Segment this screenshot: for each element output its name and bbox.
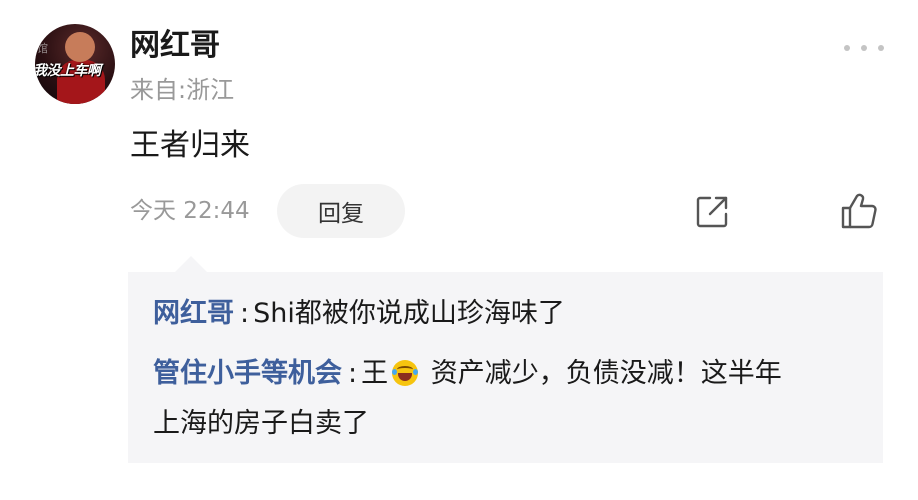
laughing-tears-emoji-icon: [392, 360, 419, 386]
reply-separator: :: [240, 298, 250, 329]
more-dot: [861, 45, 867, 51]
reply-separator: :: [348, 358, 358, 389]
thumbs-up-icon[interactable]: [840, 192, 878, 230]
username[interactable]: 网红哥: [130, 26, 220, 66]
reply-author[interactable]: 网红哥: [153, 298, 234, 329]
comment-text: 王者归来: [130, 128, 250, 163]
avatar-figure-head: [65, 32, 95, 62]
more-dot: [844, 45, 850, 51]
reply-item: 管住小手等机会: 王 资产减少，负债没减！这半年: [153, 352, 782, 396]
share-icon[interactable]: [694, 194, 730, 230]
avatar[interactable]: 馆 我没上车啊: [35, 24, 115, 104]
reply-text: 王: [361, 358, 389, 389]
reply-author[interactable]: 管住小手等机会: [153, 358, 342, 389]
reply-item-continuation: 上海的房子白卖了: [153, 402, 369, 446]
timestamp: 今天 22:44: [130, 198, 250, 224]
more-dot: [878, 45, 884, 51]
reply-item: 网红哥: Shi都被你说成山珍海味了: [153, 292, 565, 336]
more-options-button[interactable]: [844, 38, 884, 58]
replies-pointer: [175, 256, 207, 272]
reply-button-label: 回复: [318, 201, 364, 227]
avatar-caption: 我没上车啊: [35, 63, 101, 79]
reply-text: Shi都被你说成山珍海味了: [253, 298, 565, 329]
location-label: 来自:浙江: [130, 76, 235, 104]
reply-text: 资产减少，负债没减！这半年: [422, 358, 782, 389]
replies-panel: 网红哥: Shi都被你说成山珍海味了 管住小手等机会: 王 资产减少，负债没减！这半…: [128, 272, 883, 463]
avatar-caption-top: 馆: [37, 42, 48, 55]
reply-text: 上海的房子白卖了: [153, 408, 369, 439]
reply-button[interactable]: 回复: [277, 184, 405, 238]
